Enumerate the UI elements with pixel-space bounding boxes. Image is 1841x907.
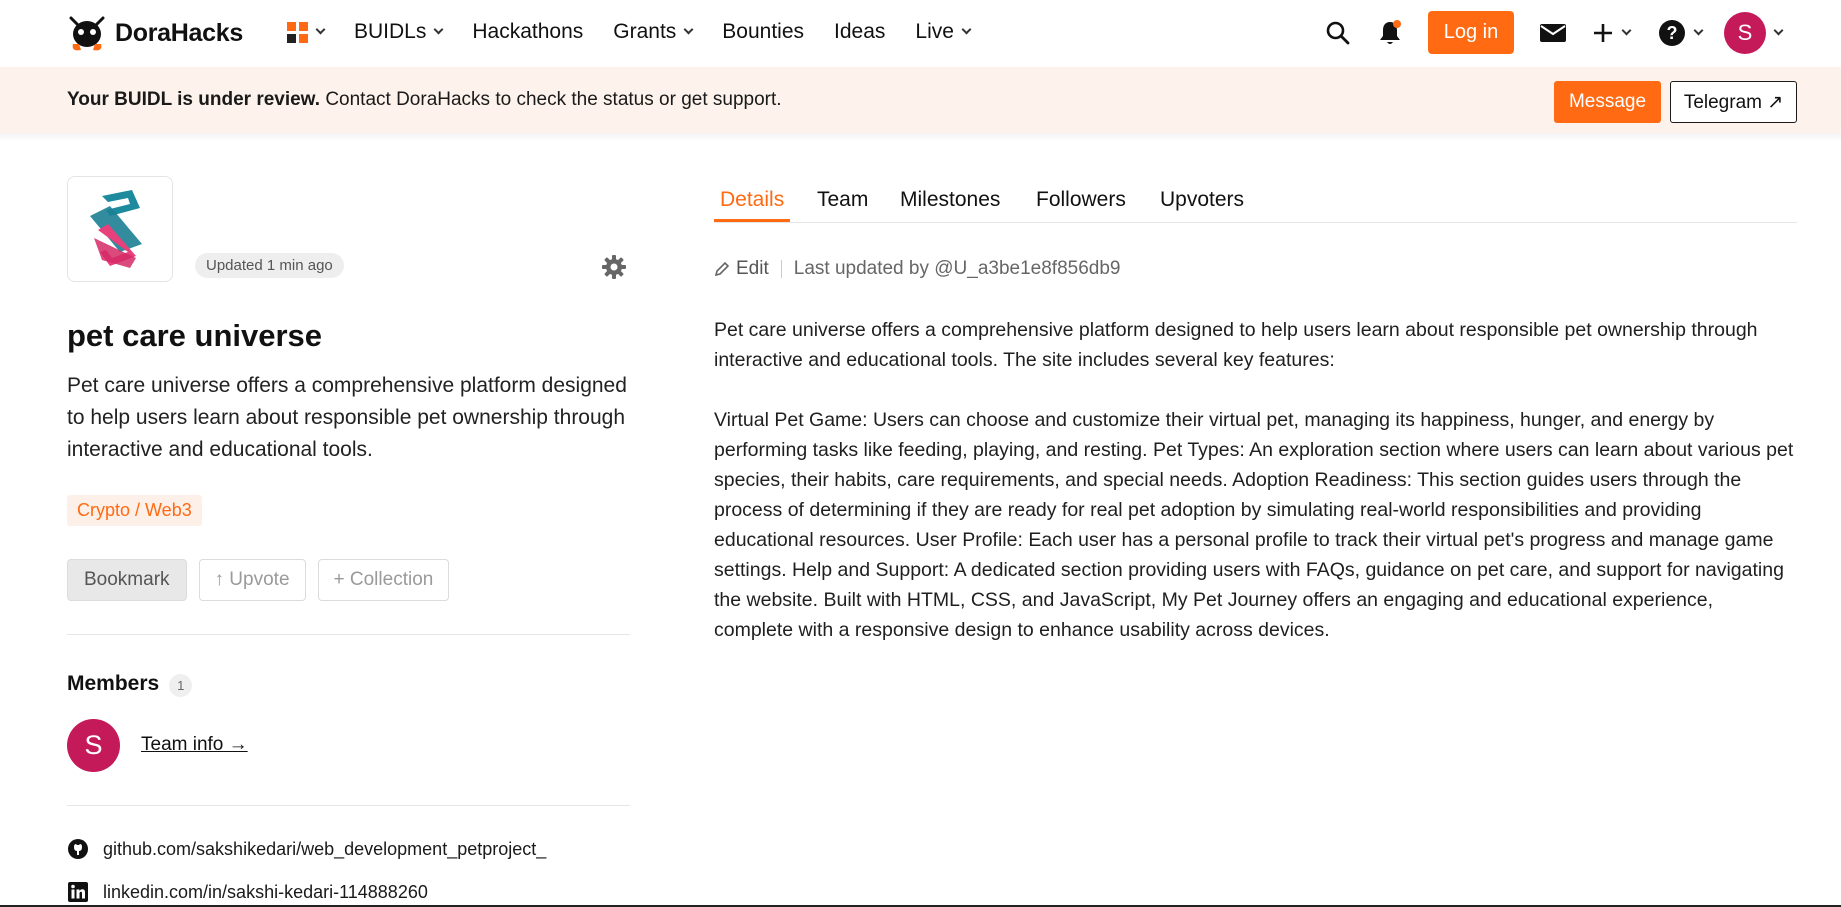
chevron-down-icon <box>683 24 694 35</box>
top-navbar: DoraHacks BUIDLs Hackathons Grants Bount… <box>0 0 1841 66</box>
project-logo <box>67 176 173 282</box>
review-banner-text: Your BUIDL is under review. Contact Dora… <box>67 89 782 111</box>
upvote-button[interactable]: ↑ Upvote <box>198 559 306 601</box>
nav-label: Bounties <box>722 20 805 43</box>
edit-row: Edit Last updated by @U_a3be1e8f856db9 <box>714 258 1120 280</box>
details-paragraph: Pet care universe offers a comprehensive… <box>714 319 1758 371</box>
nav-hackathons[interactable]: Hackathons <box>472 20 583 44</box>
last-updated-text: Last updated by @U_a3be1e8f856db9 <box>793 258 1121 279</box>
tab-followers[interactable]: Followers <box>1036 188 1126 212</box>
nav-label: BUIDLs <box>354 20 427 43</box>
team-info-link[interactable]: Team info → <box>141 734 248 756</box>
chevron-down-icon <box>433 24 444 35</box>
user-menu-button[interactable]: S <box>1724 11 1784 54</box>
brand-name: DoraHacks <box>115 18 243 47</box>
linkedin-icon <box>68 882 88 902</box>
linkedin-link[interactable]: linkedin.com/in/sakshi-kedari-114888260 <box>67 881 428 903</box>
edit-button[interactable]: Edit <box>714 258 769 280</box>
separator <box>780 260 782 278</box>
divider <box>67 805 630 806</box>
gear-icon[interactable] <box>601 254 627 280</box>
chevron-down-icon <box>1773 25 1784 35</box>
github-url: github.com/sakshikedari/web_development_… <box>103 838 547 859</box>
divider <box>67 634 630 635</box>
search-icon <box>1326 21 1350 44</box>
bell-icon <box>1380 19 1401 44</box>
plus-icon <box>1594 23 1612 42</box>
add-to-collection-button[interactable]: + Collection <box>317 559 450 601</box>
chevron-down-icon <box>961 24 972 35</box>
nav-label: Ideas <box>834 20 886 43</box>
detail-tabs: Details Team Milestones Followers Upvote… <box>714 180 1797 223</box>
nav-grants[interactable]: Grants <box>613 20 694 44</box>
project-summary: Pet care universe offers a comprehensive… <box>67 374 627 461</box>
github-icon <box>68 839 88 859</box>
category-tag[interactable]: Crypto / Web3 <box>67 495 202 526</box>
project-title: pet care universe <box>67 318 323 353</box>
banner-shadow <box>0 133 1841 141</box>
messages-button[interactable] <box>1538 22 1568 44</box>
nav-ideas[interactable]: Ideas <box>834 20 885 44</box>
nav-live[interactable]: Live <box>915 20 972 44</box>
nav-buidls[interactable]: BUIDLs <box>354 20 444 44</box>
members-heading: Members <box>67 672 160 695</box>
svg-text:?: ? <box>1667 23 1678 43</box>
create-menu-button[interactable] <box>1592 22 1632 44</box>
project-details-content: Pet care universe offers a comprehensive… <box>714 315 1797 675</box>
tab-details[interactable]: Details <box>720 188 784 212</box>
edit-label: Edit <box>736 258 769 279</box>
review-message: Contact DoraHacks to check the status or… <box>320 89 782 110</box>
project-logo-image <box>90 190 142 268</box>
dorahacks-logo[interactable]: DoraHacks <box>67 14 243 52</box>
action-buttons: Bookmark ↑ Upvote + Collection <box>67 559 450 601</box>
active-tab-indicator <box>714 219 790 222</box>
notifications-button[interactable] <box>1374 19 1406 47</box>
review-status: Your BUIDL is under review. <box>67 89 321 110</box>
avatar: S <box>1724 11 1766 54</box>
members-header: Members 1 <box>67 671 193 697</box>
updated-badge: Updated 1 min ago <box>195 253 344 278</box>
login-button[interactable]: Log in <box>1428 11 1514 54</box>
main-nav: BUIDLs Hackathons Grants Bounties Ideas … <box>287 18 1000 46</box>
members-count-badge: 1 <box>169 674 193 697</box>
chevron-down-icon <box>1693 25 1704 35</box>
help-menu-button[interactable]: ? <box>1658 19 1704 47</box>
bookmark-button[interactable]: Bookmark <box>67 559 187 601</box>
search-button[interactable] <box>1322 20 1354 46</box>
tab-upvoters[interactable]: Upvoters <box>1160 188 1244 212</box>
mail-icon <box>1540 23 1566 42</box>
message-button[interactable]: Message <box>1554 81 1661 123</box>
chevron-down-icon <box>315 24 326 35</box>
member-avatar[interactable]: S <box>67 719 120 772</box>
nav-label: Live <box>915 20 954 43</box>
apps-grid-icon <box>287 21 308 43</box>
dorahacks-logo-icon <box>69 16 105 51</box>
pencil-icon <box>714 261 730 277</box>
telegram-button[interactable]: Telegram ↗ <box>1670 81 1797 123</box>
tab-team[interactable]: Team <box>817 188 868 212</box>
tab-milestones[interactable]: Milestones <box>900 188 1000 212</box>
apps-menu-button[interactable] <box>287 21 326 43</box>
linkedin-url: linkedin.com/in/sakshi-kedari-114888260 <box>103 881 428 902</box>
header-tools: Log in ? S <box>1322 11 1784 54</box>
nav-label: Grants <box>613 20 677 43</box>
github-link[interactable]: github.com/sakshikedari/web_development_… <box>67 838 546 860</box>
details-paragraph: Virtual Pet Game: Users can choose and c… <box>714 409 1794 641</box>
nav-bounties[interactable]: Bounties <box>722 20 804 44</box>
chevron-down-icon <box>1621 25 1632 35</box>
nav-label: Hackathons <box>472 20 584 43</box>
help-icon: ? <box>1659 19 1685 46</box>
